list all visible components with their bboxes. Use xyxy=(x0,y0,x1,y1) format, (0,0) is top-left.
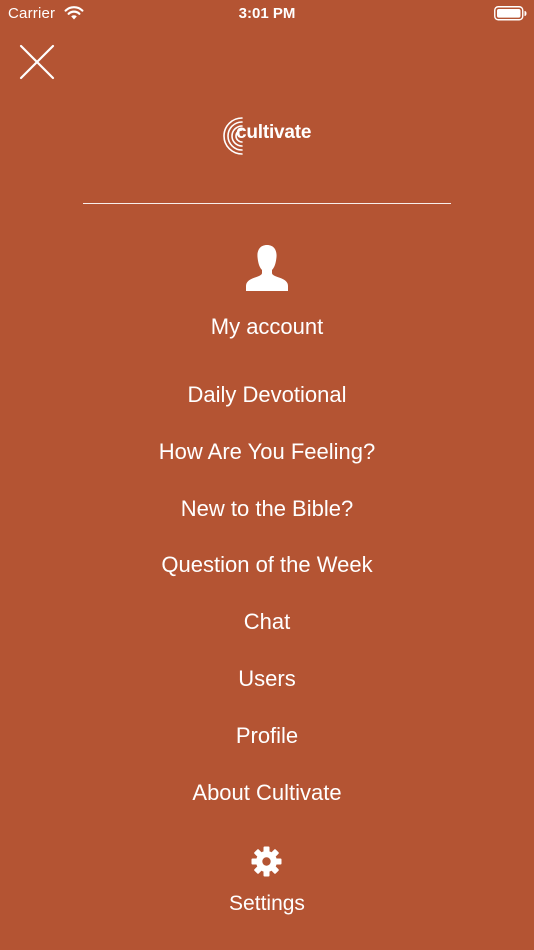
menu-item-chat[interactable]: Chat xyxy=(0,601,534,658)
menu-item-new-to-the-bible[interactable]: New to the Bible? xyxy=(0,488,534,545)
close-icon xyxy=(19,44,55,80)
status-bar: Carrier 3:01 PM xyxy=(0,0,534,28)
gear-icon[interactable] xyxy=(251,846,282,877)
menu-item-about-cultivate[interactable]: About Cultivate xyxy=(0,772,534,829)
my-account-link[interactable]: My account xyxy=(0,314,534,340)
menu-item-users[interactable]: Users xyxy=(0,658,534,715)
settings-link[interactable]: Settings xyxy=(0,892,534,916)
menu-item-question-of-the-week[interactable]: Question of the Week xyxy=(0,544,534,601)
cultivate-logo: cultivate xyxy=(220,112,320,160)
clock: 3:01 PM xyxy=(238,5,296,22)
menu-item-daily-devotional[interactable]: Daily Devotional xyxy=(0,374,534,431)
close-button[interactable] xyxy=(17,42,57,82)
menu-item-profile[interactable]: Profile xyxy=(0,715,534,772)
header-divider xyxy=(83,203,451,204)
user-silhouette-icon[interactable] xyxy=(245,243,289,293)
main-menu: Daily Devotional How Are You Feeling? Ne… xyxy=(0,374,534,828)
battery-icon xyxy=(494,6,527,21)
menu-item-how-are-you-feeling[interactable]: How Are You Feeling? xyxy=(0,431,534,488)
logo-text: cultivate xyxy=(236,122,312,143)
